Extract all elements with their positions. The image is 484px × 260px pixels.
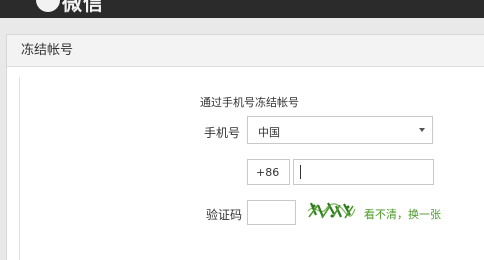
chevron-down-icon (419, 128, 425, 132)
wechat-logo-icon (36, 0, 60, 12)
phone-number-input[interactable] (293, 159, 434, 185)
freeze-account-panel: 冻结帐号 (6, 34, 484, 260)
country-code: +86 (256, 166, 280, 179)
top-bar: 微信 (0, 0, 484, 18)
captcha-input[interactable] (247, 200, 296, 225)
phone-label: 手机号 (204, 126, 241, 140)
captcha-image[interactable] (306, 197, 356, 225)
page-title: 冻结帐号 (21, 43, 74, 58)
form-subtitle: 通过手机号冻结帐号 (200, 96, 299, 109)
refresh-captcha-link[interactable]: 看不清，换一张 (364, 206, 441, 222)
text-caret (300, 165, 301, 179)
country-select-value: 中国 (258, 126, 280, 139)
panel-header: 冻结帐号 (7, 35, 484, 67)
country-code-box: +86 (247, 159, 290, 185)
country-select[interactable]: 中国 (247, 116, 433, 144)
app-title: 微信 (62, 0, 104, 15)
captcha-label: 验证码 (206, 208, 243, 222)
